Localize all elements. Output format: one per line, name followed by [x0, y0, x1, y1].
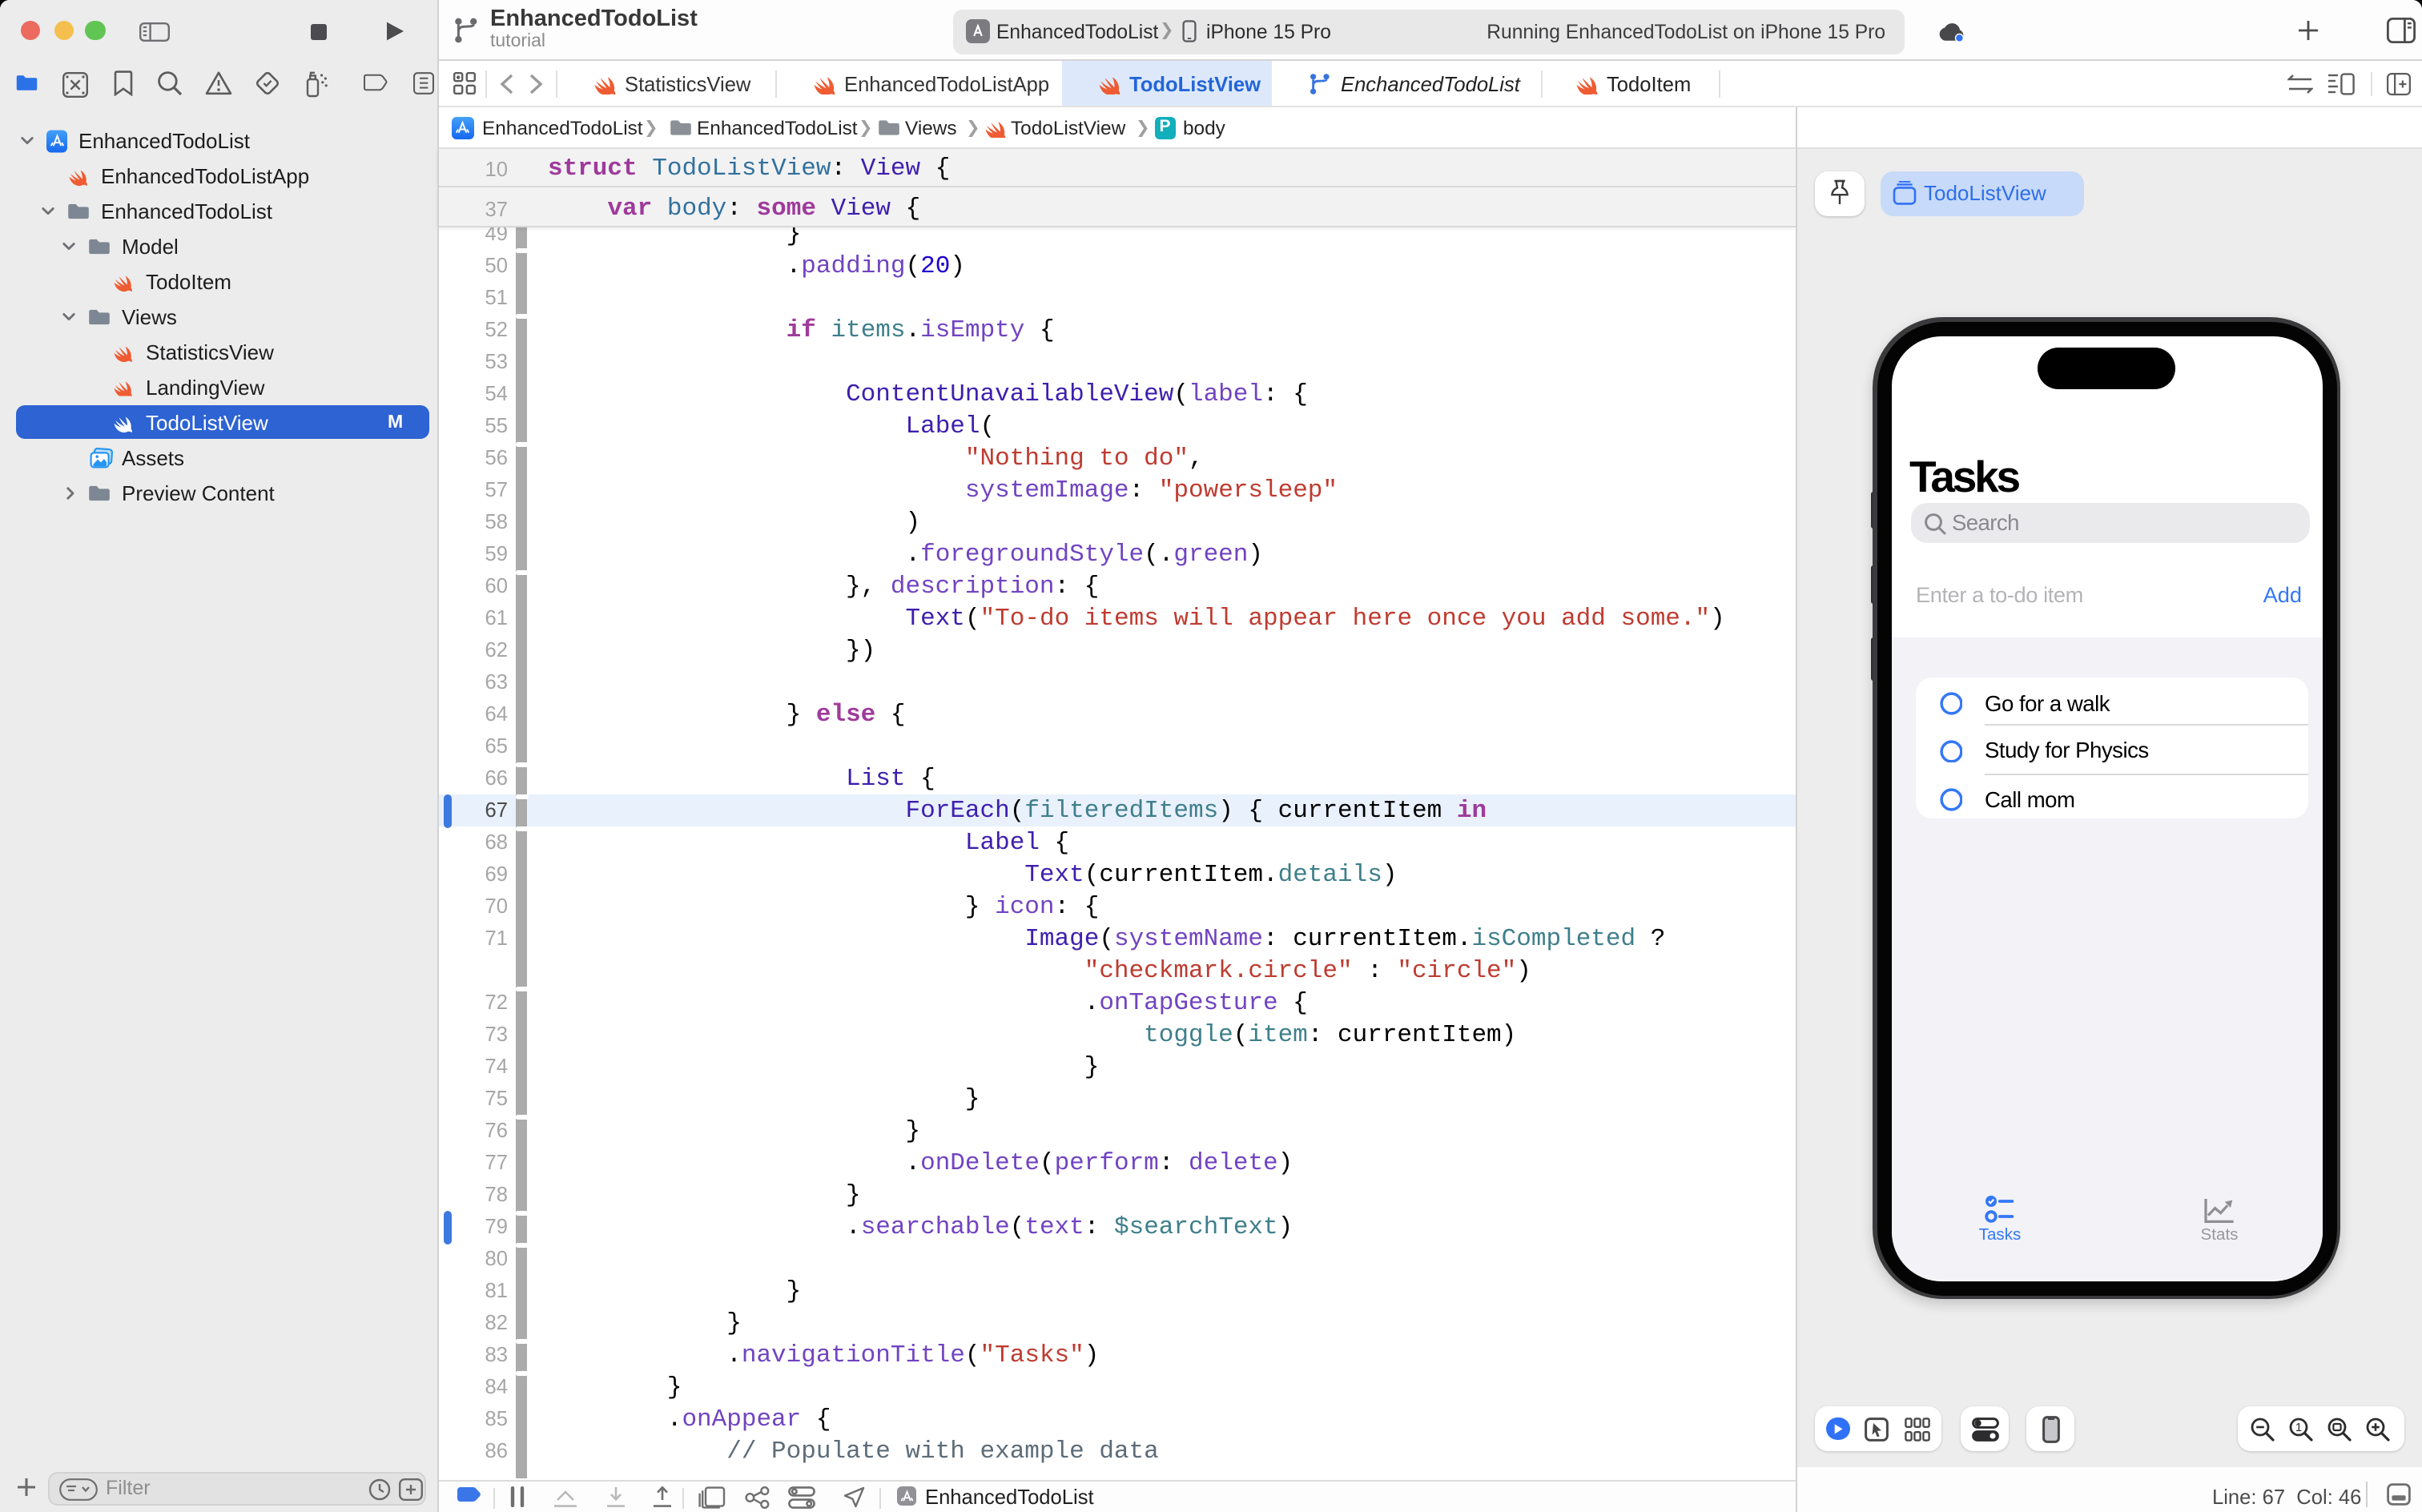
svg-text:1: 1 [2295, 1420, 2301, 1434]
